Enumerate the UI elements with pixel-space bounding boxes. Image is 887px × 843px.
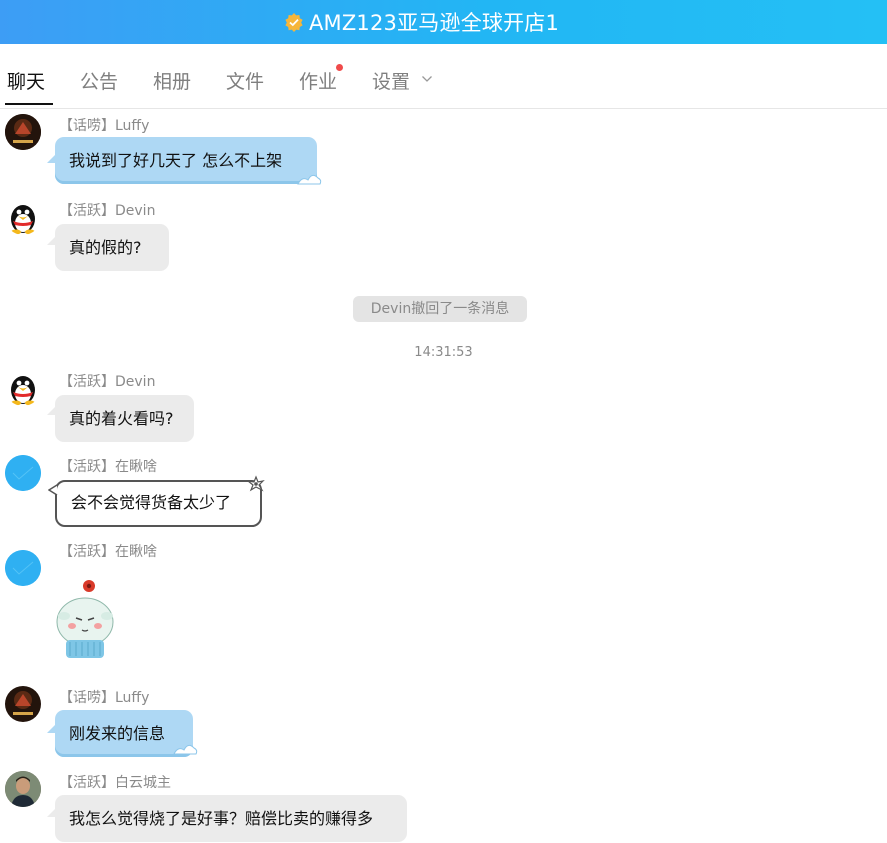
sender-name: 【话唠】Luffy: [59, 118, 150, 134]
active-tab-underline: [5, 103, 53, 105]
bubble-tail: [48, 484, 58, 496]
avatar[interactable]: [5, 114, 41, 150]
verified-badge-icon: [284, 12, 304, 32]
message-bubble[interactable]: 我说到了好几天了 怎么不上架: [55, 137, 317, 184]
tab-files[interactable]: 文件: [226, 67, 264, 94]
avatar[interactable]: [5, 686, 41, 722]
avatar[interactable]: [5, 455, 41, 491]
message-bubble[interactable]: 真的着火看吗?: [55, 395, 194, 442]
group-header: AMZ123亚马逊全球开店1: [0, 0, 887, 44]
sender-name: 【活跃】在瞅啥: [59, 459, 157, 475]
tab-announcements[interactable]: 公告: [80, 67, 118, 94]
cloud-decoration-icon: [297, 174, 322, 185]
message-timestamp: 14:31:53: [414, 345, 473, 360]
notification-dot: [336, 64, 343, 71]
sender-name: 【活跃】白云城主: [59, 775, 171, 791]
tab-chat[interactable]: 聊天: [7, 67, 45, 94]
message-bubble[interactable]: 我怎么觉得烧了是好事？赔偿比卖的赚得多: [55, 795, 407, 842]
avatar[interactable]: [5, 199, 41, 235]
avatar[interactable]: [5, 370, 41, 406]
tab-homework[interactable]: 作业: [299, 67, 337, 94]
avatar[interactable]: [5, 771, 41, 807]
sheep-sticker-icon[interactable]: [52, 576, 118, 660]
group-title-wrap: AMZ123亚马逊全球开店1: [284, 7, 559, 37]
message-bubble[interactable]: 真的假的?: [55, 224, 169, 271]
chevron-down-icon[interactable]: [421, 73, 433, 85]
group-title: AMZ123亚马逊全球开店1: [308, 11, 560, 35]
sender-name: 【活跃】Devin: [59, 203, 156, 219]
sender-name: 【活跃】Devin: [59, 374, 156, 390]
tab-album[interactable]: 相册: [153, 67, 191, 94]
message-bubble[interactable]: 会不会觉得货备太少了: [55, 480, 262, 527]
tab-settings[interactable]: 设置: [372, 67, 410, 94]
avatar[interactable]: [5, 550, 41, 586]
recall-notice: Devin撤回了一条消息: [353, 296, 527, 322]
flower-decoration-icon: [245, 475, 265, 492]
cloud-decoration-icon: [173, 744, 198, 755]
sender-name: 【话唠】Luffy: [59, 690, 150, 706]
tab-bar: 聊天 公告 相册 文件 作业 设置: [0, 44, 887, 109]
sender-name: 【活跃】在瞅啥: [59, 544, 157, 560]
